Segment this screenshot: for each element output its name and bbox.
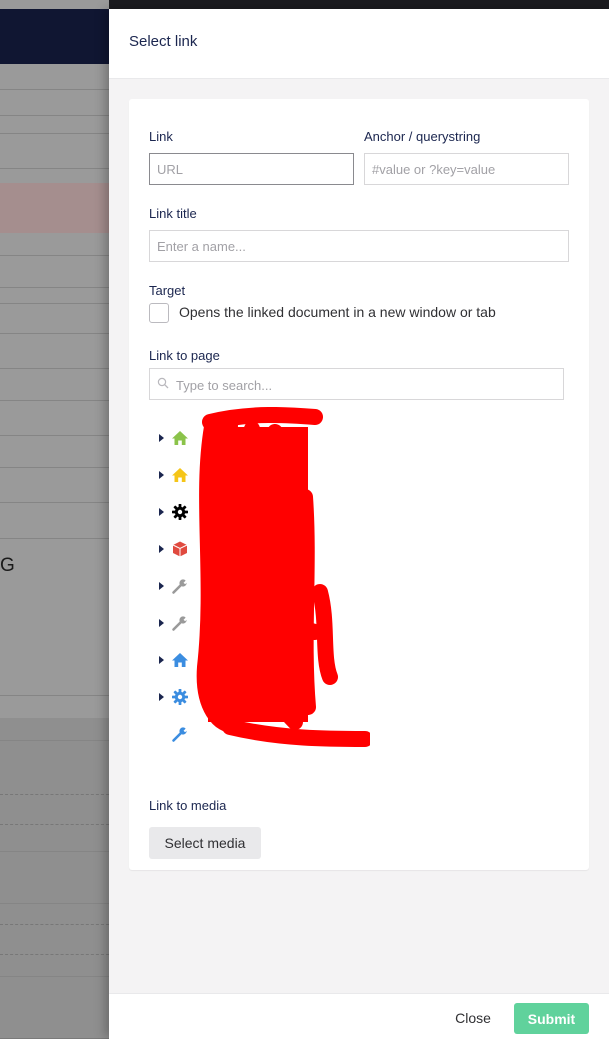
background-text: G [0,555,15,576]
tree-node[interactable] [155,572,485,602]
link-to-page-label: Link to page [149,348,220,363]
search-icon [157,377,169,389]
background-divider [0,303,109,304]
background-divider [0,695,109,696]
background-divider [0,467,109,468]
page-search-input[interactable] [174,369,563,401]
background-divider [0,333,109,334]
background-divider [0,89,109,90]
tree-node[interactable] [155,424,485,454]
background-divider [0,502,109,503]
anchor-label: Anchor / querystring [364,129,481,144]
expand-caret-icon[interactable] [159,508,164,516]
dialog-title: Select link [129,33,198,50]
background-panel [0,718,109,1038]
background-header [0,9,109,64]
background-divider [0,851,109,852]
background-app: G [0,0,109,1038]
background-divider [0,368,109,369]
expand-caret-icon[interactable] [159,619,164,627]
tree-node[interactable] [155,498,485,528]
select-media-button[interactable]: Select media [149,827,261,859]
link-label: Link [149,129,173,144]
new-window-checkbox[interactable] [149,303,169,323]
link-to-media-label: Link to media [149,798,227,813]
dialog-footer: Close Submit [109,993,609,1039]
background-divider [0,287,109,288]
background-divider [0,133,109,134]
home-icon [172,468,188,482]
target-label: Target [149,283,186,298]
background-divider [0,538,109,539]
tree-node[interactable] [155,683,485,713]
background-divider [0,115,109,116]
background-divider [0,740,109,741]
expand-caret-icon[interactable] [159,693,164,701]
anchor-input[interactable] [364,153,569,185]
tree-node[interactable] [155,720,485,750]
expand-caret-icon[interactable] [159,582,164,590]
background-divider [0,255,109,256]
background-dashed-divider [0,824,109,825]
background-dashed-divider [0,794,109,795]
submit-button[interactable]: Submit [514,1003,589,1034]
background-dashed-divider [0,954,109,955]
tree-node[interactable] [155,609,485,639]
background-highlight-row [0,183,109,233]
gear-icon [172,504,188,520]
url-input[interactable] [149,153,354,185]
wrench-icon [172,616,189,631]
link-title-input[interactable] [149,230,569,262]
expand-caret-icon[interactable] [159,434,164,442]
close-button[interactable]: Close [445,1003,501,1033]
page-search-box[interactable] [149,368,564,401]
tree-node[interactable] [155,646,485,676]
expand-caret-icon[interactable] [159,656,164,664]
wrench-icon [172,579,189,594]
link-form-card: Link Anchor / querystring Link title Tar… [129,99,589,870]
background-divider [0,903,109,904]
background-divider [0,435,109,436]
background-divider [0,400,109,401]
tree-node[interactable] [155,461,485,491]
wrench-icon [172,727,189,742]
home-icon [172,653,188,667]
background-divider [0,976,109,977]
gear-icon [172,689,188,705]
expand-caret-icon[interactable] [159,471,164,479]
box-icon [172,541,188,557]
tree-node[interactable] [155,535,485,565]
background-divider [0,168,109,169]
dialog-header: Select link [109,9,609,79]
select-link-dialog: Select link Link Anchor / querystring Li… [109,9,609,1039]
new-window-checkbox-label[interactable]: Opens the linked document in a new windo… [179,304,496,320]
background-dashed-divider [0,924,109,925]
expand-caret-icon[interactable] [159,545,164,553]
link-title-label: Link title [149,206,197,221]
home-icon [172,431,188,445]
